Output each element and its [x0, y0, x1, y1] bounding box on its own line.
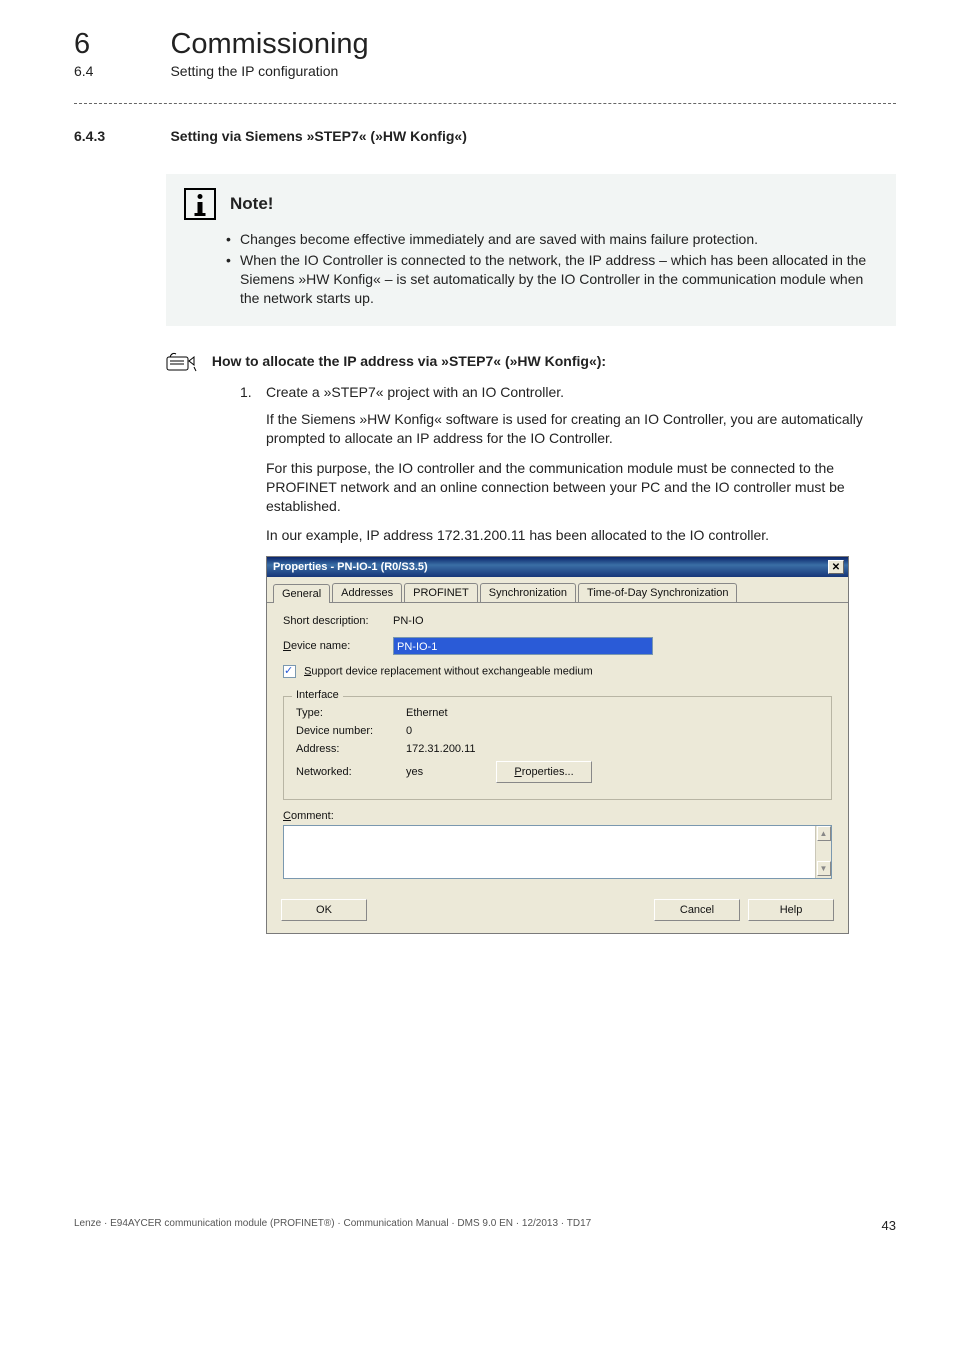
interface-type-value: Ethernet [406, 707, 448, 719]
tab-general[interactable]: General [273, 584, 330, 603]
step-item: 1. Create a »STEP7« project with an IO C… [240, 383, 896, 402]
section-title: Setting via Siemens »STEP7« (»HW Konfig«… [170, 128, 466, 144]
scroll-down-icon[interactable]: ▼ [817, 861, 831, 876]
scroll-up-icon[interactable]: ▲ [817, 826, 831, 841]
interface-networked-value: yes [406, 766, 496, 778]
section-number: 6.4.3 [74, 128, 166, 144]
dialog-titlebar[interactable]: Properties - PN-IO-1 (R0/S3.5) ✕ [267, 557, 848, 577]
short-description-row: Short description: PN-IO [283, 615, 832, 627]
short-description-label: Short description: [283, 615, 393, 627]
note-bullet: Changes become effective immediately and… [226, 230, 878, 249]
interface-devnum-label: Device number: [296, 725, 406, 737]
step-paragraph: In our example, IP address 172.31.200.11… [266, 526, 896, 545]
help-button[interactable]: Help [748, 899, 834, 921]
chapter-heading: 6 Commissioning [74, 28, 896, 61]
interface-type-label: Type: [296, 707, 406, 719]
comment-textarea[interactable]: ▲ ▼ [283, 825, 832, 879]
note-bullet: When the IO Controller is connected to t… [226, 251, 878, 308]
interface-devnum-value: 0 [406, 725, 412, 737]
ok-button[interactable]: OK [281, 899, 367, 921]
page-number: 43 [882, 1218, 896, 1233]
properties-dialog: Properties - PN-IO-1 (R0/S3.5) ✕ General… [266, 556, 849, 934]
interface-address-value: 172.31.200.11 [406, 743, 476, 755]
subsection-heading: 6.4 Setting the IP configuration [74, 63, 896, 81]
interface-address-label: Address: [296, 743, 406, 755]
device-name-label: Device name: [283, 640, 393, 652]
short-description-value: PN-IO [393, 615, 424, 627]
tab-addresses[interactable]: Addresses [332, 583, 402, 602]
note-title: Note! [230, 194, 273, 214]
device-name-field[interactable]: PN-IO-1 [393, 637, 653, 655]
subsection-number: 6.4 [74, 63, 166, 79]
tab-profinet[interactable]: PROFINET [404, 583, 478, 602]
dialog-button-row: OK Cancel Help [267, 889, 848, 933]
tab-timeofday-sync[interactable]: Time-of-Day Synchronization [578, 583, 737, 602]
properties-button[interactable]: Properties... [496, 761, 592, 783]
step-text: Create a »STEP7« project with an IO Cont… [266, 384, 564, 400]
interface-groupbox: Interface Type: Ethernet Device number: … [283, 696, 832, 800]
howto-heading: How to allocate the IP address via »STEP… [212, 353, 606, 369]
step-number: 1. [240, 383, 252, 402]
checkbox-icon[interactable] [283, 665, 296, 678]
tab-synchronization[interactable]: Synchronization [480, 583, 576, 602]
support-replacement-row[interactable]: Support device replacement without excha… [283, 665, 832, 678]
instruction-icon [166, 350, 202, 375]
subsection-title: Setting the IP configuration [170, 63, 338, 79]
info-icon [184, 188, 216, 220]
note-box: Note! Changes become effective immediate… [166, 174, 896, 326]
tab-body-general: Short description: PN-IO Device name: PN… [267, 603, 848, 889]
footer-text: Lenze · E94AYCER communication module (P… [74, 1218, 591, 1233]
page-footer: Lenze · E94AYCER communication module (P… [74, 1218, 896, 1233]
rule-divider [74, 103, 896, 104]
interface-networked-label: Networked: [296, 766, 406, 778]
note-bullets: Changes become effective immediately and… [226, 230, 878, 308]
interface-legend: Interface [292, 689, 343, 701]
device-name-row: Device name: PN-IO-1 [283, 637, 832, 655]
comment-label: Comment: [283, 810, 832, 822]
chapter-number: 6 [74, 28, 166, 61]
step-paragraph: If the Siemens »HW Konfig« software is u… [266, 410, 896, 449]
step-list: 1. Create a »STEP7« project with an IO C… [240, 383, 896, 402]
chapter-title: Commissioning [170, 28, 368, 61]
cancel-button[interactable]: Cancel [654, 899, 740, 921]
step-body: If the Siemens »HW Konfig« software is u… [266, 410, 896, 546]
scrollbar[interactable]: ▲ ▼ [815, 826, 831, 878]
step-paragraph: For this purpose, the IO controller and … [266, 459, 896, 517]
section-heading: 6.4.3 Setting via Siemens »STEP7« (»HW K… [74, 128, 896, 146]
dialog-title: Properties - PN-IO-1 (R0/S3.5) [273, 561, 428, 573]
close-icon[interactable]: ✕ [828, 560, 844, 574]
support-replacement-label: Support device replacement without excha… [304, 665, 593, 677]
tab-strip: General Addresses PROFINET Synchronizati… [267, 577, 848, 603]
howto-heading-row: How to allocate the IP address via »STEP… [166, 350, 896, 375]
